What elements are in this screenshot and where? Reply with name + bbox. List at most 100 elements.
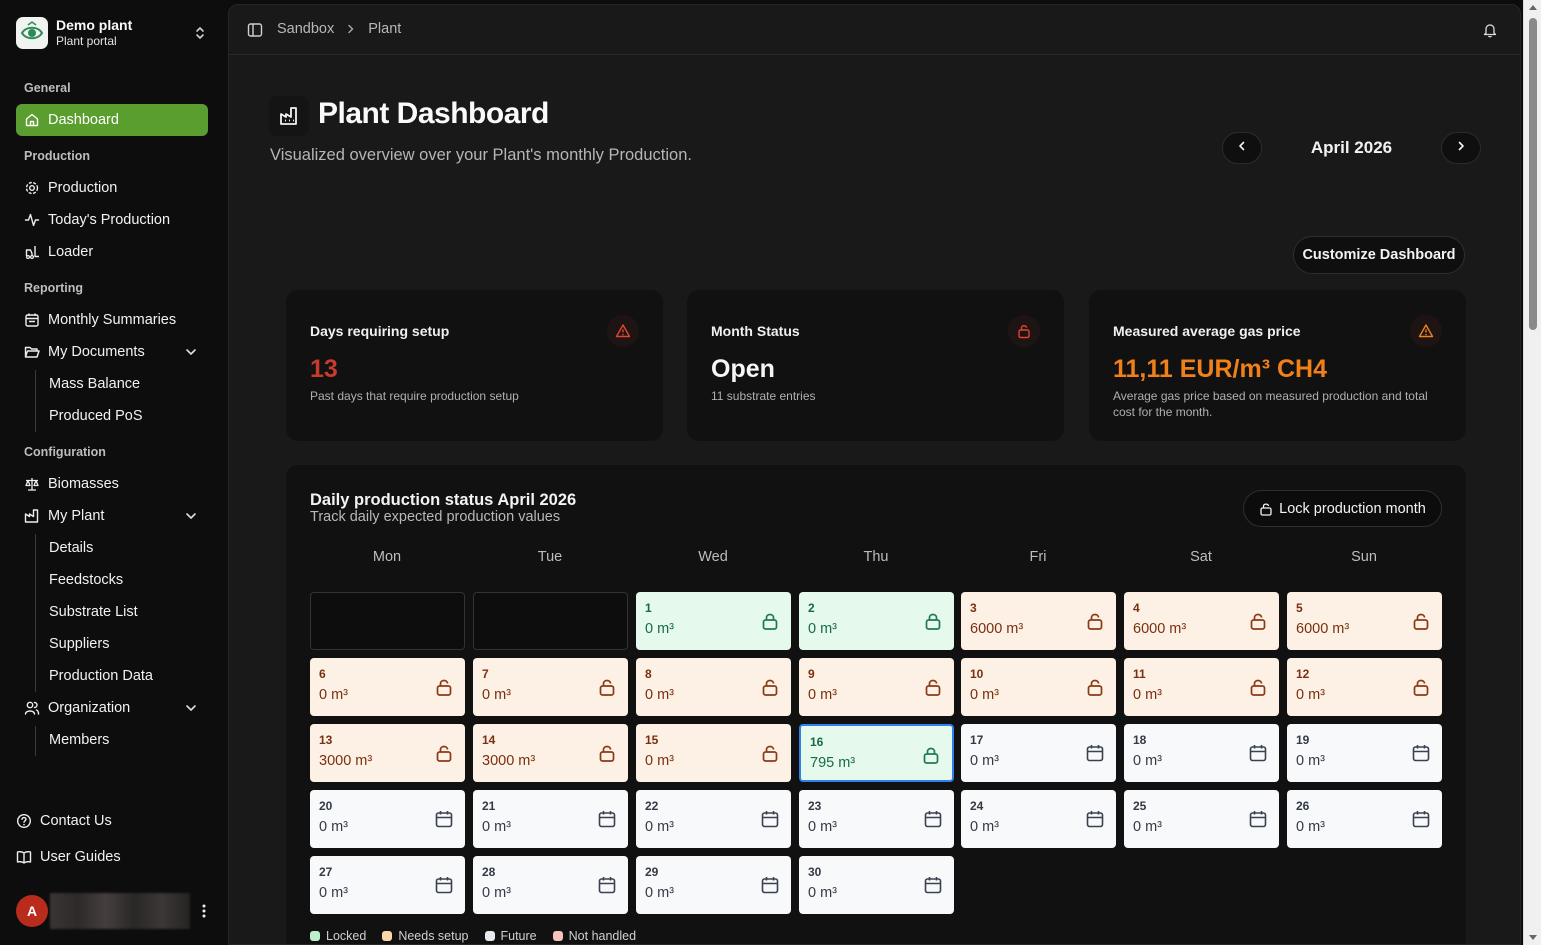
contact-us-link[interactable]: Contact Us xyxy=(16,809,112,833)
calendar-day[interactable]: 20 0 m³ xyxy=(310,790,465,848)
user-menu[interactable]: A xyxy=(16,893,212,929)
sidebar-item-todays-production[interactable]: Today's Production xyxy=(16,204,208,236)
topbar: Sandbox Plant xyxy=(229,5,1520,55)
calendar-subtitle: Track daily expected production values xyxy=(310,509,561,525)
calendar-day[interactable]: 19 0 m³ xyxy=(1287,724,1442,782)
calendar-day[interactable]: 2 0 m³ xyxy=(799,592,954,650)
legend-swatch xyxy=(552,931,563,941)
group-configuration-label: Configuration xyxy=(24,445,106,459)
calendar-day[interactable]: 24 0 m³ xyxy=(961,790,1116,848)
sidebar-item-production[interactable]: Production xyxy=(16,172,208,204)
calendar-day[interactable]: 13 3000 m³ xyxy=(310,724,465,782)
more-vertical-icon[interactable] xyxy=(202,903,206,919)
book-open-icon xyxy=(16,849,32,865)
breadcrumb: Sandbox Plant xyxy=(277,21,401,37)
weekday-label: Sun xyxy=(1351,549,1377,565)
day-number: 7 xyxy=(482,667,489,681)
user-guides-link[interactable]: User Guides xyxy=(16,845,121,869)
calendar-day[interactable]: 25 0 m³ xyxy=(1124,790,1279,848)
calendar-day[interactable]: 12 0 m³ xyxy=(1287,658,1442,716)
sidebar-item-feedstocks[interactable]: Feedstocks xyxy=(49,570,123,590)
lock-open-icon xyxy=(1259,502,1273,516)
sidebar-item-biomasses[interactable]: Biomasses xyxy=(16,468,208,500)
lock-open-icon xyxy=(760,677,780,697)
group-production-label: Production xyxy=(24,149,90,163)
calendar-day[interactable]: 23 0 m³ xyxy=(799,790,954,848)
calendar-day-empty xyxy=(473,592,628,650)
calendar-day[interactable]: 22 0 m³ xyxy=(636,790,791,848)
sidebar-item-label: Loader xyxy=(48,244,94,260)
calendar-day[interactable]: 18 0 m³ xyxy=(1124,724,1279,782)
scroll-down-icon[interactable] xyxy=(1529,935,1537,940)
calendar-day[interactable]: 28 0 m³ xyxy=(473,856,628,914)
stat-card-days-setup: Days requiring setup 13 Past days that r… xyxy=(286,290,663,441)
calendar-icon xyxy=(760,875,780,895)
day-production-value: 0 m³ xyxy=(1296,753,1325,769)
calendar-day[interactable]: 9 0 m³ xyxy=(799,658,954,716)
calendar-day[interactable]: 30 0 m³ xyxy=(799,856,954,914)
calendar-day[interactable]: 10 0 m³ xyxy=(961,658,1116,716)
day-number: 1 xyxy=(645,601,652,615)
day-number: 10 xyxy=(970,667,984,681)
weekday-label: Mon xyxy=(372,549,402,565)
bell-icon[interactable] xyxy=(1482,22,1498,38)
next-month-button[interactable] xyxy=(1441,132,1481,164)
sidebar-item-substrate-list[interactable]: Substrate List xyxy=(49,602,138,622)
calendar-day[interactable]: 29 0 m³ xyxy=(636,856,791,914)
breadcrumb-item-plant: Plant xyxy=(368,21,402,37)
calendar-day[interactable]: 15 0 m³ xyxy=(636,724,791,782)
calendar-day[interactable]: 6 0 m³ xyxy=(310,658,465,716)
calendar-day[interactable]: 27 0 m³ xyxy=(310,856,465,914)
sidebar-item-my-documents[interactable]: My Documents xyxy=(16,336,208,368)
calendar-day[interactable]: 26 0 m³ xyxy=(1287,790,1442,848)
sidebar-item-monthly-summaries[interactable]: Monthly Summaries xyxy=(16,304,208,336)
lock-open-icon xyxy=(434,677,454,697)
plant-switcher[interactable]: Demo plant Plant portal xyxy=(16,16,212,50)
calendar-day[interactable]: 21 0 m³ xyxy=(473,790,628,848)
sidebar-item-mass-balance[interactable]: Mass Balance xyxy=(49,374,140,394)
day-production-value: 6000 m³ xyxy=(1296,621,1350,637)
sidebar-item-label: Dashboard xyxy=(48,112,119,128)
lock-open-icon xyxy=(597,677,617,697)
calendar-day[interactable]: 11 0 m³ xyxy=(1124,658,1279,716)
group-reporting-label: Reporting xyxy=(24,281,84,295)
sidebar-item-suppliers[interactable]: Suppliers xyxy=(49,634,109,654)
calendar-day[interactable]: 1 0 m³ xyxy=(636,592,791,650)
day-number: 9 xyxy=(808,667,815,681)
calendar-day[interactable]: 14 3000 m³ xyxy=(473,724,628,782)
sidebar-item-production-data[interactable]: Production Data xyxy=(49,666,153,686)
day-production-value: 0 m³ xyxy=(319,687,348,703)
sidebar-item-organization[interactable]: Organization xyxy=(16,692,208,724)
customize-dashboard-button[interactable]: Customize Dashboard xyxy=(1293,236,1465,274)
breadcrumb-item-sandbox[interactable]: Sandbox xyxy=(277,21,334,37)
sidebar-item-details[interactable]: Details xyxy=(49,538,93,558)
day-number: 26 xyxy=(1296,799,1310,813)
calendar-day[interactable]: 5 6000 m³ xyxy=(1287,592,1442,650)
sidebar-item-my-plant[interactable]: My Plant xyxy=(16,500,208,532)
day-production-value: 0 m³ xyxy=(319,885,348,901)
calendar-day[interactable]: 8 0 m³ xyxy=(636,658,791,716)
sidebar-item-loader[interactable]: Loader xyxy=(16,236,208,268)
lock-production-month-button[interactable]: Lock production month xyxy=(1243,490,1442,527)
calendar-day[interactable]: 17 0 m³ xyxy=(961,724,1116,782)
calendar-icon xyxy=(1411,809,1431,829)
users-icon xyxy=(24,700,40,716)
sidebar: Demo plant Plant portal General Dashboar… xyxy=(0,0,228,945)
day-production-value: 0 m³ xyxy=(1133,687,1162,703)
sidebar-item-dashboard[interactable]: Dashboard xyxy=(16,104,208,136)
calendar-icon xyxy=(923,809,943,829)
day-number: 19 xyxy=(1296,733,1310,747)
day-number: 30 xyxy=(808,865,822,879)
scrollbar-thumb[interactable] xyxy=(1529,18,1537,330)
calendar-day[interactable]: 7 0 m³ xyxy=(473,658,628,716)
scroll-up-icon[interactable] xyxy=(1529,5,1537,10)
sidebar-item-members[interactable]: Members xyxy=(49,730,109,750)
calendar-day[interactable]: 4 6000 m³ xyxy=(1124,592,1279,650)
page-scrollbar[interactable] xyxy=(1523,0,1541,945)
lock-open-icon xyxy=(1411,677,1431,697)
sidebar-toggle-icon[interactable] xyxy=(247,22,263,38)
calendar-day[interactable]: 16 795 m³ xyxy=(799,724,954,782)
calendar-day[interactable]: 3 6000 m³ xyxy=(961,592,1116,650)
sidebar-item-produced-pos[interactable]: Produced PoS xyxy=(49,406,143,426)
calendar-day-empty xyxy=(310,592,465,650)
